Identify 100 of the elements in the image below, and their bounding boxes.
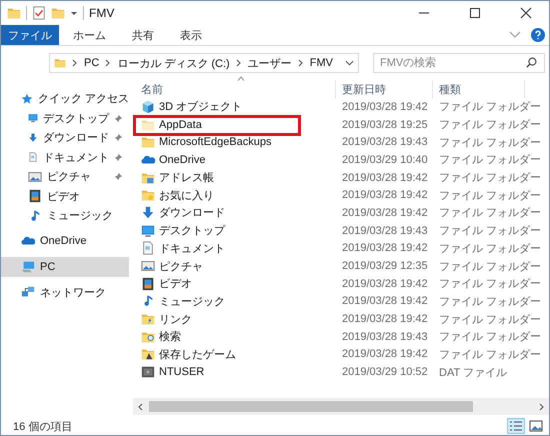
ribbon-tab[interactable]: ホーム: [61, 25, 118, 45]
download-arrow-icon: [141, 206, 155, 220]
file-name[interactable]: MicrosoftEdgeBackups: [159, 136, 272, 148]
table-cell-text: ファイル フォルダー: [438, 348, 542, 362]
table-cell-text: 2019/03/28 19:42: [341, 295, 429, 308]
search-icon[interactable]: [526, 57, 537, 68]
file-name[interactable]: ドキュメント: [159, 240, 225, 256]
horizontal-scrollbar[interactable]: [133, 398, 549, 415]
file-name[interactable]: デスクトップ: [159, 223, 225, 238]
file-name[interactable]: ビデオ: [159, 276, 192, 292]
table-cell-text: ファイル フォルダー: [438, 100, 542, 114]
table-cell-text: ファイル フォルダー: [438, 188, 542, 203]
table-cell-text: 2019/03/28 19:43: [341, 330, 429, 343]
pin-icon[interactable]: [114, 133, 123, 142]
column-header[interactable]: 名前: [133, 80, 336, 98]
table-cell-text: 2019/03/28 19:25: [341, 118, 429, 131]
document-icon: [141, 241, 155, 256]
cube-icon: [141, 100, 155, 114]
document-icon: [28, 150, 38, 164]
sidebar-item[interactable]: ネットワーク: [1, 282, 129, 302]
table-cell-text: 2019/03/29 10:40: [341, 154, 429, 166]
table-cell-text: ファイル フォルダー: [438, 294, 542, 309]
file-name[interactable]: リンク: [159, 312, 192, 327]
table-cell-text: 2019/03/28 19:42: [341, 206, 429, 219]
chevron-right-icon[interactable]: [539, 402, 545, 410]
column-header[interactable]: 種類: [433, 80, 525, 98]
film-icon: [141, 276, 155, 291]
file-name[interactable]: ミュージック: [159, 294, 225, 309]
chevron-left-icon[interactable]: [137, 402, 143, 410]
file-name[interactable]: 保存したゲーム: [159, 346, 236, 362]
folder-icon: [141, 118, 155, 132]
games-folder-icon: [141, 347, 155, 362]
chevron-right-icon[interactable]: [236, 59, 242, 67]
table-cell-text: 2019/03/29 10:52: [341, 366, 429, 378]
breadcrumb-item[interactable]: ユーザー: [248, 56, 292, 70]
scrollbar-thumb[interactable]: [149, 401, 473, 412]
chevron-right-icon[interactable]: [298, 59, 304, 67]
star-folder-icon: [141, 188, 155, 202]
link-folder-icon: [141, 312, 155, 326]
pin-icon[interactable]: [114, 152, 123, 162]
table-cell-text: DAT ファイル: [438, 366, 508, 380]
item-count: 16 個の項目: [13, 420, 72, 434]
table-cell-text: ファイル フォルダー: [438, 153, 542, 168]
sidebar-item[interactable]: ダウンロード: [1, 128, 129, 148]
computer-icon: [21, 260, 35, 274]
file-name[interactable]: ダウンロード: [159, 205, 225, 220]
table-cell-text: ファイル フォルダー: [438, 312, 542, 327]
chevron-right-icon[interactable]: [72, 59, 78, 67]
sidebar-item[interactable]: PC: [1, 257, 129, 276]
table-cell-text: ファイル フォルダー: [438, 206, 542, 220]
address-bar[interactable]: PC ローカル ディスク (C:) ユーザー FMV: [49, 53, 359, 73]
chevron-down-icon[interactable]: [344, 60, 354, 66]
window-title: FMV: [89, 6, 114, 20]
file-name[interactable]: AppData: [159, 118, 202, 131]
file-name[interactable]: 検索: [159, 329, 181, 344]
details-view-button[interactable]: [507, 418, 525, 434]
sidebar-item[interactable]: デスクトップ: [1, 108, 129, 128]
table-cell-text: 2019/03/28 19:43: [341, 224, 429, 237]
breadcrumb-item[interactable]: ローカル ディスク (C:): [117, 56, 230, 70]
pin-icon[interactable]: [114, 172, 123, 182]
large-icons-view-button[interactable]: [527, 418, 545, 434]
table-cell-text: ファイル フォルダー: [438, 330, 542, 344]
ribbon-tab[interactable]: 共有: [120, 25, 166, 45]
table-cell-text: ファイル フォルダー: [438, 118, 542, 132]
file-name[interactable]: NTUSER: [159, 366, 204, 378]
search-folder-icon: [141, 330, 155, 344]
table-cell-text: 2019/03/28 19:42: [341, 278, 429, 290]
column-header[interactable]: 更新日時: [336, 80, 433, 98]
film-icon: [28, 189, 42, 204]
picture-icon: [28, 170, 42, 184]
table-cell-text: 2019/03/28 19:42: [341, 313, 429, 326]
table-cell-text: ファイル フォルダー: [438, 260, 542, 274]
contacts-folder-icon: [141, 170, 155, 185]
sidebar-item[interactable]: ピクチャ: [1, 167, 129, 186]
table-cell-text: 2019/03/28 19:42: [341, 242, 429, 254]
sidebar-item[interactable]: OneDrive: [1, 232, 129, 251]
sidebar-item[interactable]: ビデオ: [1, 186, 129, 206]
file-name[interactable]: 3D オブジェクト: [159, 99, 242, 114]
file-name[interactable]: アドレス帳: [159, 170, 214, 186]
breadcrumb-item[interactable]: FMV: [310, 57, 333, 69]
pin-icon[interactable]: [114, 114, 123, 123]
chevron-right-icon[interactable]: [105, 59, 112, 67]
file-name[interactable]: OneDrive: [159, 154, 206, 166]
file-tab[interactable]: ファイル: [1, 25, 59, 45]
file-name[interactable]: ピクチャ: [159, 258, 203, 274]
table-cell-text: ファイル フォルダー: [438, 224, 542, 238]
file-icon: [141, 365, 155, 380]
sidebar-item[interactable]: ドキュメント: [1, 148, 129, 167]
sort-caret-icon: [237, 76, 245, 81]
sidebar-item[interactable]: ミュージック: [1, 206, 129, 226]
dropdown-caret-icon[interactable]: [70, 9, 78, 17]
properties-icon[interactable]: [32, 6, 46, 20]
sidebar-item[interactable]: クイック アクセス: [1, 89, 129, 108]
search-field[interactable]: FMVの検索: [372, 53, 545, 73]
ribbon-tab[interactable]: 表示: [168, 25, 214, 45]
help-icon[interactable]: [531, 28, 545, 42]
folder-icon: [141, 135, 155, 150]
breadcrumb-item[interactable]: PC: [84, 57, 100, 69]
file-name[interactable]: お気に入り: [159, 188, 214, 203]
table-cell-text: ファイル フォルダー: [438, 277, 542, 292]
